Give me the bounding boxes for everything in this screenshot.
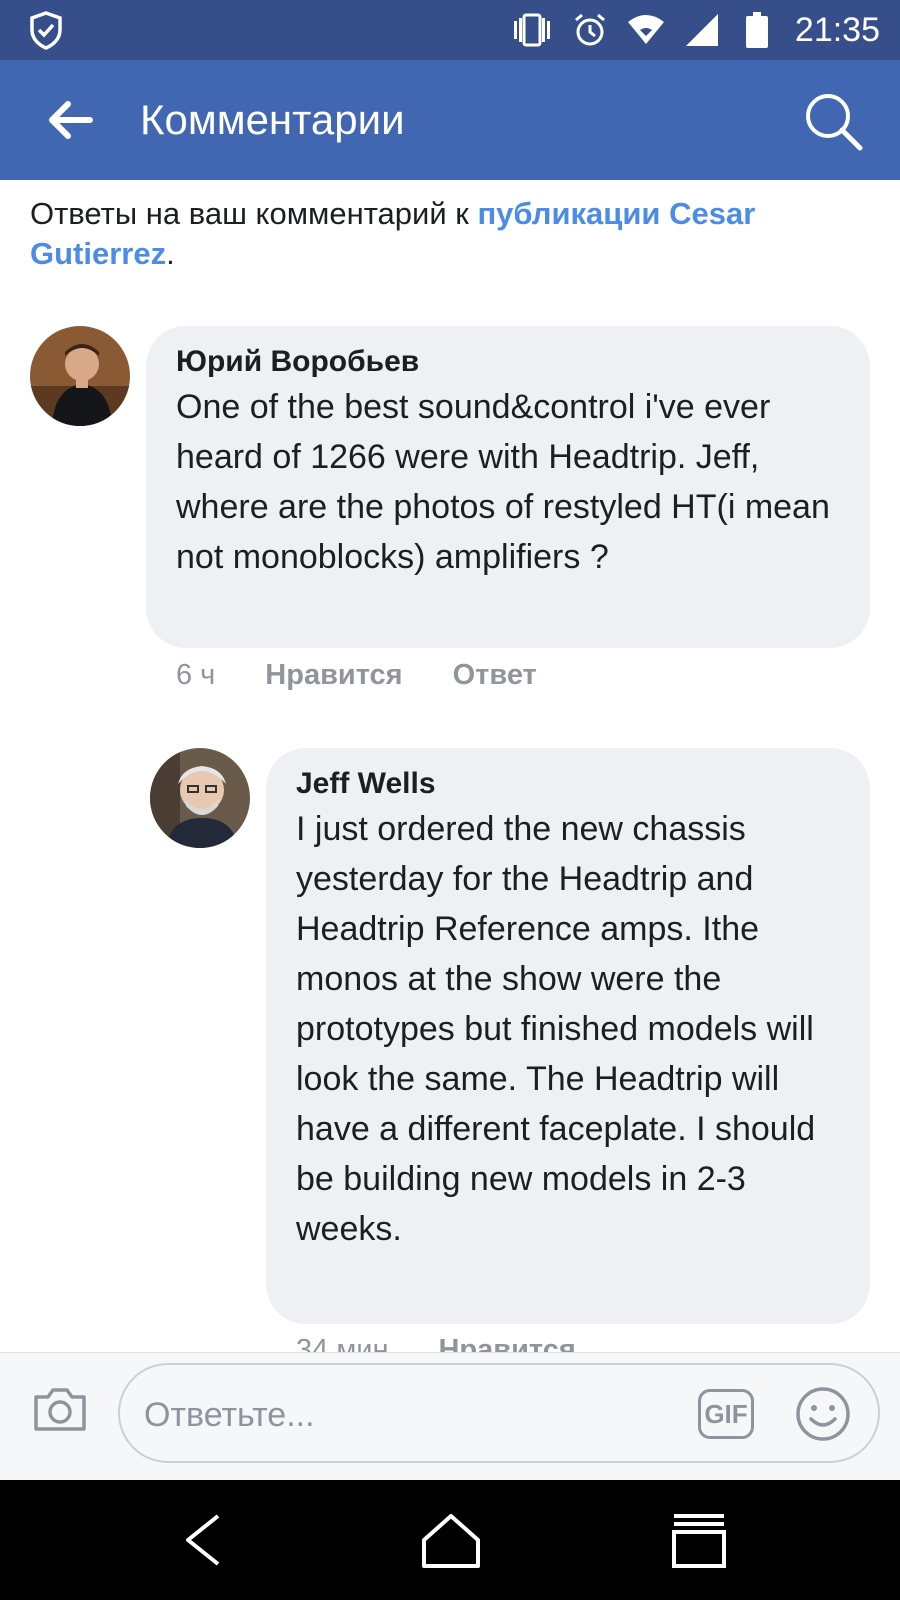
reply-input[interactable] [142,1391,666,1439]
reply-button[interactable]: Ответ [453,657,537,693]
comment-time: 6 ч [176,659,216,691]
comment-time: 34 мин [296,1334,389,1352]
system-nav-bar [0,1480,900,1600]
comment-text: One of the best sound&control i've ever … [176,388,830,576]
status-icons [510,12,720,48]
avatar[interactable] [30,326,130,426]
replies-intro: Ответы на ваш комментарий к публикации C… [30,194,870,274]
wifi-icon [628,15,664,44]
vibrate-icon [514,13,550,47]
comment-author[interactable]: Jeff Wells [296,766,840,802]
like-button[interactable]: Нравится [438,1332,575,1352]
comment-meta: 6 ч Нравится Ответ [176,657,537,693]
emoji-icon[interactable] [794,1385,852,1443]
comment-meta: 34 мин Нравится [296,1332,576,1352]
shield-icon [30,11,62,50]
camera-icon[interactable] [30,1379,90,1439]
nav-home-icon[interactable] [416,1510,486,1570]
comment-author[interactable]: Юрий Воробьев [176,344,840,380]
page-title: Комментарии [140,96,405,143]
comment-bubble: Юрий Воробьев One of the best sound&cont… [146,326,870,648]
avatar[interactable] [150,748,250,848]
back-arrow-icon[interactable] [44,96,94,144]
search-icon[interactable] [802,90,864,152]
intro-text: Ответы на ваш комментарий к [30,196,478,231]
comment-bubble: Jeff Wells I just ordered the new chassi… [266,748,870,1324]
nav-recents-icon[interactable] [664,1510,734,1570]
alarm-icon [575,13,605,46]
reply-composer: GIF [0,1353,900,1480]
comment-text: I just ordered the new chassis yesterday… [296,810,816,1248]
status-time: 21:35 [794,11,880,49]
status-bar: 21:35 [0,0,900,60]
reply-input-box[interactable]: GIF [118,1363,880,1463]
signal-icon [686,14,718,46]
intro-suffix: . [166,236,175,271]
gif-button[interactable]: GIF [698,1389,754,1439]
like-button[interactable]: Нравится [265,657,402,693]
app-bar: Комментарии [0,60,900,180]
battery-icon [746,12,768,48]
nav-back-icon[interactable] [168,1510,238,1570]
